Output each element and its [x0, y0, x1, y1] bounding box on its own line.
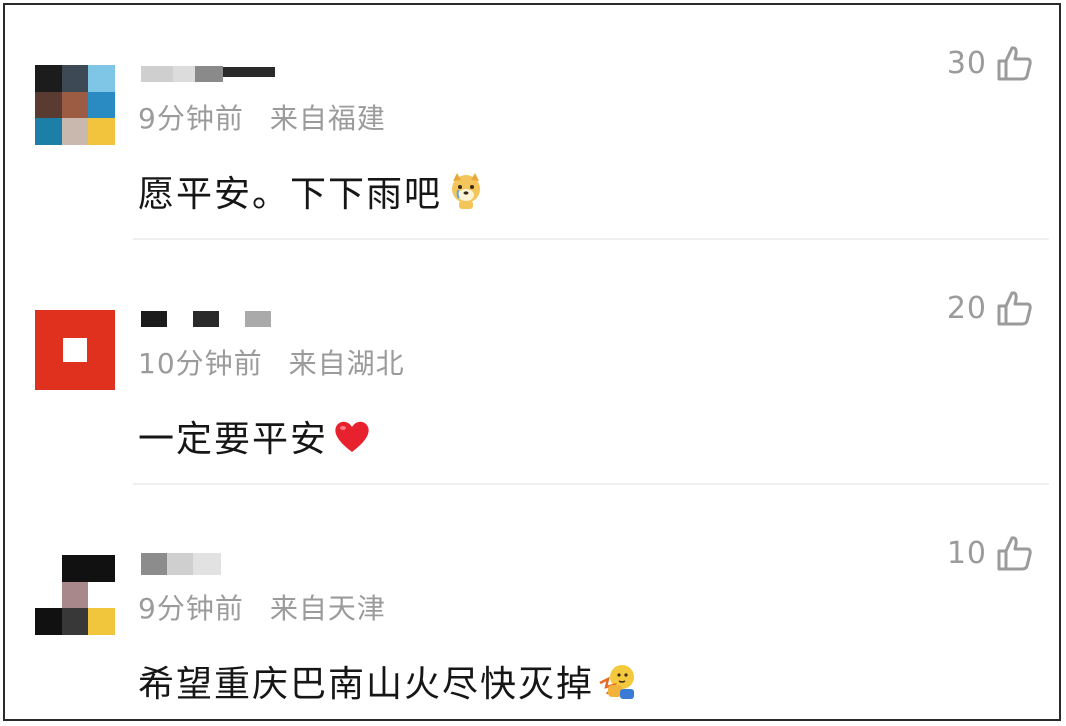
comment-list: 9分钟前 来自福建 愿平安。下下雨吧 30 10分钟前 来自湖北 一定要平安 2…: [3, 3, 1061, 721]
username[interactable]: [141, 308, 271, 330]
comment-time: 10分钟前: [138, 347, 263, 380]
comment-time: 9分钟前: [138, 592, 244, 625]
comment-text: 希望重庆巴南山火尽快灭掉: [138, 664, 595, 705]
like-count: 10: [946, 535, 987, 571]
username[interactable]: [141, 63, 275, 85]
like-button[interactable]: 10: [947, 533, 1035, 573]
comment-item: 10分钟前 来自湖北 一定要平安 20: [5, 250, 1059, 490]
avatar[interactable]: [35, 555, 115, 635]
comment-text: 愿平安。下下雨吧: [138, 174, 443, 215]
comment-location: 来自福建: [269, 102, 386, 135]
crying-dog-icon: [452, 173, 481, 209]
thumbs-up-icon: [997, 46, 1032, 81]
comment-meta: 9分钟前 来自福建: [138, 97, 386, 137]
like-count: 20: [946, 290, 987, 326]
comment-item: 9分钟前 来自福建 愿平安。下下雨吧 30: [5, 5, 1059, 245]
like-button[interactable]: 30: [947, 43, 1035, 83]
divider: [133, 238, 1049, 240]
divider: [133, 483, 1049, 485]
thumbs-up-icon: [997, 536, 1032, 571]
like-count: 30: [946, 45, 987, 81]
comment-meta: 10分钟前 来自湖北: [138, 342, 405, 382]
avatar[interactable]: [35, 310, 115, 390]
comment-text-row: 一定要平安: [138, 410, 372, 462]
comment-meta: 9分钟前 来自天津: [138, 587, 386, 627]
red-heart-icon: [335, 421, 369, 452]
username[interactable]: [141, 553, 221, 575]
comment-location: 来自湖北: [288, 347, 405, 380]
fist-bump-icon: [599, 665, 635, 699]
avatar[interactable]: [35, 65, 115, 145]
comment-text-row: 愿平安。下下雨吧: [138, 165, 486, 217]
comment-time: 9分钟前: [138, 102, 244, 135]
thumbs-up-icon: [997, 291, 1032, 326]
like-button[interactable]: 20: [947, 288, 1035, 328]
comment-location: 来自天津: [269, 592, 386, 625]
comment-text: 一定要平安: [138, 419, 329, 460]
comment-text-row: 希望重庆巴南山火尽快灭掉: [138, 655, 638, 707]
comment-item: 9分钟前 来自天津 希望重庆巴南山火尽快灭掉 10: [5, 495, 1059, 719]
